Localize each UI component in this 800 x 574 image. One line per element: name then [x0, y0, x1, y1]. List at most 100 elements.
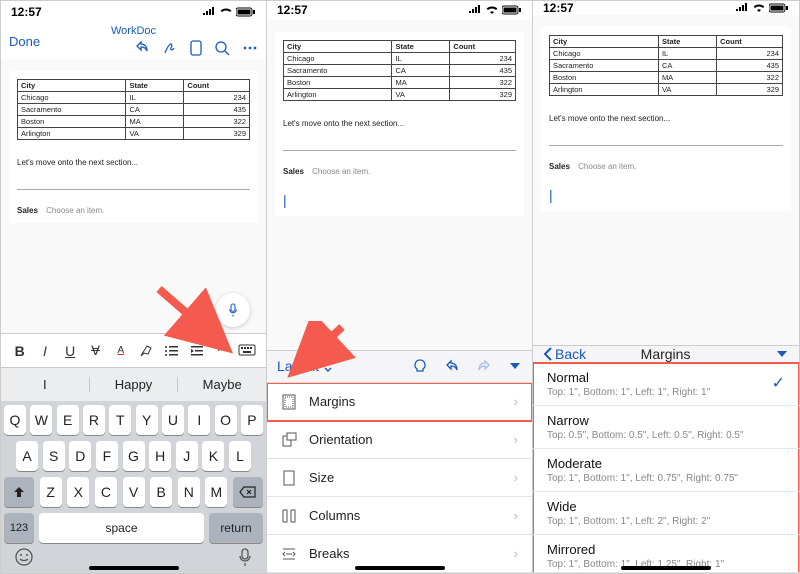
margin-name: Moderate	[547, 456, 785, 471]
suggest-2[interactable]: Happy	[90, 377, 179, 392]
draw-icon[interactable]	[162, 40, 178, 56]
dictate-button[interactable]	[216, 293, 250, 327]
highlight-button[interactable]	[137, 342, 155, 360]
body-text: Let's move onto the next section...	[549, 114, 783, 123]
keyboard-toggle[interactable]	[238, 342, 256, 360]
key-o[interactable]: O	[215, 405, 237, 435]
margin-option-narrow[interactable]: Narrow Top: 0.5", Bottom: 0.5", Left: 0.…	[533, 406, 799, 449]
sales-row[interactable]: Sales Choose an item.	[283, 167, 516, 176]
layout-item-label: Margins	[309, 394, 355, 409]
key-space[interactable]: space	[39, 513, 204, 543]
document-body[interactable]: CityStateCount ChicagoIL234 SacramentoCA…	[533, 15, 799, 345]
key-y[interactable]: Y	[136, 405, 158, 435]
key-f[interactable]: F	[96, 441, 118, 471]
strike-button[interactable]: ∀	[87, 342, 105, 360]
margin-option-normal[interactable]: Normal Top: 1", Bottom: 1", Left: 1", Ri…	[533, 363, 799, 406]
wifi-icon	[485, 5, 499, 15]
key-v[interactable]: V	[123, 477, 145, 507]
document-body[interactable]: CityStateCount ChicagoIL234 SacramentoCA…	[267, 20, 532, 350]
breaks-icon	[281, 546, 297, 562]
emoji-button[interactable]	[14, 547, 34, 567]
more-icon[interactable]	[242, 40, 258, 56]
indent-button[interactable]	[188, 342, 206, 360]
key-j[interactable]: J	[176, 441, 198, 471]
data-table[interactable]: CityStateCount ChicagoIL234 SacramentoCA…	[17, 79, 250, 140]
status-time: 12:57	[543, 1, 574, 15]
italic-button[interactable]: I	[36, 342, 54, 360]
key-backspace[interactable]	[233, 477, 263, 507]
status-time: 12:57	[11, 5, 42, 19]
underline-button[interactable]: U	[61, 342, 79, 360]
key-l[interactable]: L	[229, 441, 251, 471]
body-text: Let's move onto the next section...	[17, 158, 250, 167]
key-z[interactable]: Z	[40, 477, 62, 507]
key-q[interactable]: Q	[4, 405, 26, 435]
home-indicator[interactable]	[621, 566, 711, 570]
key-x[interactable]: X	[67, 477, 89, 507]
editor-header: WorkDoc Done	[1, 23, 266, 59]
layout-item-label: Orientation	[309, 432, 373, 447]
signal-icon	[468, 5, 482, 15]
chevron-left-icon	[543, 347, 553, 361]
font-color-button[interactable]: A	[112, 342, 130, 360]
key-return[interactable]: return	[209, 513, 263, 543]
data-table[interactable]: CityStateCount ChicagoIL234 SacramentoCA…	[549, 35, 783, 96]
layout-item-orientation[interactable]: Orientation ›	[267, 421, 532, 459]
chevron-right-icon: ›	[514, 432, 518, 447]
home-indicator[interactable]	[355, 566, 445, 570]
undo-icon[interactable]	[134, 40, 150, 56]
collapse-panel-icon[interactable]	[508, 360, 522, 372]
layout-item-margins[interactable]: Margins ›	[267, 383, 532, 421]
suggest-1[interactable]: I	[1, 377, 90, 392]
bold-button[interactable]: B	[11, 342, 29, 360]
key-a[interactable]: A	[16, 441, 38, 471]
search-icon[interactable]	[214, 40, 230, 56]
key-t[interactable]: T	[109, 405, 131, 435]
margin-option-moderate[interactable]: Moderate Top: 1", Bottom: 1", Left: 0.75…	[533, 449, 799, 492]
key-b[interactable]: B	[150, 477, 172, 507]
key-e[interactable]: E	[57, 405, 79, 435]
mobile-view-icon[interactable]	[190, 40, 202, 56]
key-shift[interactable]	[4, 477, 34, 507]
chevron-right-icon: ›	[514, 470, 518, 485]
more-format-button[interactable]: ⋯	[213, 342, 231, 360]
key-m[interactable]: M	[205, 477, 227, 507]
key-w[interactable]: W	[30, 405, 52, 435]
data-table[interactable]: CityStateCount ChicagoIL234 SacramentoCA…	[283, 40, 516, 101]
home-indicator[interactable]	[89, 566, 179, 570]
key-k[interactable]: K	[202, 441, 224, 471]
key-c[interactable]: C	[95, 477, 117, 507]
screen-editor: 12:57 WorkDoc Done CityStateCount Chicag…	[1, 1, 267, 573]
key-n[interactable]: N	[178, 477, 200, 507]
layout-item-label: Breaks	[309, 546, 349, 561]
document-body[interactable]: CityStateCount ChicagoIL234 SacramentoCA…	[1, 59, 266, 333]
redo-icon[interactable]	[476, 358, 492, 374]
collapse-panel-button[interactable]	[775, 348, 789, 360]
layout-tab[interactable]: Layout	[277, 358, 333, 374]
margins-header: Back Margins	[533, 345, 799, 363]
mic-key[interactable]	[237, 547, 253, 567]
section-divider	[17, 189, 250, 190]
key-123[interactable]: 123	[4, 513, 34, 543]
text-cursor: |	[283, 192, 516, 208]
lightbulb-icon[interactable]	[412, 358, 428, 374]
margin-option-wide[interactable]: Wide Top: 1", Bottom: 1", Left: 2", Righ…	[533, 492, 799, 535]
key-h[interactable]: H	[149, 441, 171, 471]
key-p[interactable]: P	[241, 405, 263, 435]
margin-desc: Top: 0.5", Bottom: 0.5", Left: 0.5", Rig…	[547, 430, 785, 441]
key-u[interactable]: U	[162, 405, 184, 435]
layout-item-columns[interactable]: Columns ›	[267, 497, 532, 535]
format-toolbar: B I U ∀ A ⋯	[1, 333, 266, 367]
key-g[interactable]: G	[123, 441, 145, 471]
key-s[interactable]: S	[43, 441, 65, 471]
bullets-button[interactable]	[162, 342, 180, 360]
layout-item-size[interactable]: Size ›	[267, 459, 532, 497]
checkmark-icon: ✓	[772, 373, 785, 393]
undo-icon[interactable]	[444, 358, 460, 374]
suggest-3[interactable]: Maybe	[178, 377, 266, 392]
sales-row[interactable]: Sales Choose an item.	[17, 206, 250, 215]
key-d[interactable]: D	[69, 441, 91, 471]
key-r[interactable]: R	[83, 405, 105, 435]
sales-row[interactable]: Sales Choose an item.	[549, 162, 783, 171]
key-i[interactable]: I	[188, 405, 210, 435]
